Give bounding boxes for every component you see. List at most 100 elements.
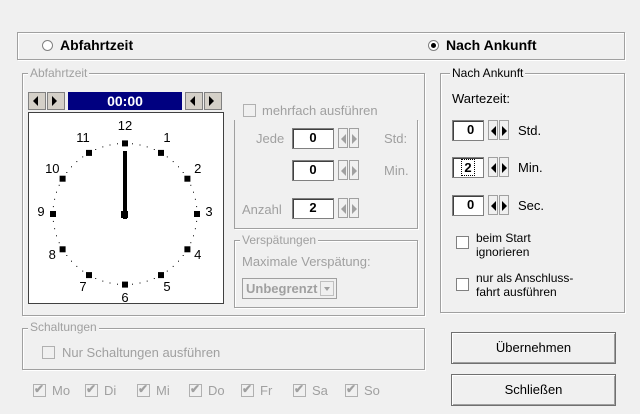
weekday-fr[interactable]: ✔ Fr [241, 382, 289, 399]
clock-minute-dot [58, 242, 60, 244]
weekday-label: So [364, 383, 380, 398]
clock-number: 2 [194, 161, 202, 176]
clock-hour-mark [86, 272, 92, 279]
weekday-so[interactable]: ✔ So [345, 382, 393, 399]
time-nav-bar: 00:00 [28, 92, 224, 110]
clock-minute-dot [52, 220, 54, 222]
weekday-mo[interactable]: ✔ Mo [33, 382, 81, 399]
wartezeit-std-spinner[interactable] [488, 120, 510, 140]
clock-minute-dot [139, 144, 141, 146]
weekday-checkbox[interactable]: ✔ [189, 382, 202, 397]
weekday-do[interactable]: ✔ Do [189, 382, 237, 399]
anschluss-label-2: fahrt ausführen [476, 285, 557, 299]
clock-minute-dot [71, 260, 72, 262]
clock-minute-dot [82, 270, 84, 272]
clock-hour-mark [86, 149, 92, 156]
clock-minute-dot [194, 198, 196, 200]
clock-minute-dot [182, 255, 184, 256]
weekday-checkbox[interactable]: ✔ [33, 382, 46, 397]
clock-minute-dot [132, 143, 133, 145]
clock-minute-dot [95, 149, 97, 150]
wartezeit-sec-spinner[interactable] [488, 195, 510, 215]
clock-number: 3 [205, 204, 213, 219]
clock-minute-dot [95, 278, 97, 279]
wartezeit-std-field[interactable]: 0 [452, 120, 484, 141]
clock-minute-dot [52, 206, 54, 208]
weekday-di[interactable]: ✔ Di [85, 382, 133, 399]
clock-minute-dot [102, 146, 104, 148]
anzahl-field[interactable]: 2 [292, 198, 334, 219]
clock-minute-dot [76, 161, 78, 163]
weekday-label: Sa [312, 383, 328, 398]
clock-minute-dot [190, 184, 192, 186]
radio-nach-ankunft-label[interactable]: Nach Ankunft [446, 37, 536, 53]
clock-minute-dot [76, 265, 78, 267]
wartezeit-min-field[interactable]: 2 [452, 157, 484, 178]
clock-minute-dot [132, 283, 133, 285]
schaltungen-legend: Schaltungen [28, 320, 99, 334]
time-display[interactable]: 00:00 [68, 92, 182, 110]
clock-number: 12 [117, 118, 133, 133]
clock-hour-mark [184, 175, 191, 182]
checkmark-icon: ✔ [242, 382, 253, 396]
clock-minute-dot [58, 184, 60, 186]
verspaetungen-legend: Verspätungen [240, 233, 319, 247]
time-prev-right-button[interactable] [185, 92, 203, 110]
min-unit: Min. [384, 163, 409, 178]
radio-abfahrtzeit[interactable] [42, 40, 53, 51]
min-spinner[interactable] [338, 160, 360, 180]
clock-number: 9 [37, 204, 45, 219]
wartezeit-min-spinner[interactable] [488, 157, 510, 177]
radio-nach-ankunft[interactable] [428, 40, 439, 51]
weekday-checkbox[interactable]: ✔ [241, 382, 254, 397]
anschluss-checkbox[interactable] [456, 278, 469, 291]
clock-minute-dot [178, 166, 179, 168]
clock-minute-dot [190, 242, 192, 244]
clock-minute-dot [153, 278, 155, 279]
clock-minute-dot [196, 206, 198, 208]
clock-number: 6 [121, 290, 129, 305]
clock-minute-dot [109, 282, 111, 284]
anzahl-spinner[interactable] [338, 198, 360, 218]
weekday-mi[interactable]: ✔ Mi [137, 382, 185, 399]
radio-abfahrtzeit-label[interactable]: Abfahrtzeit [60, 37, 133, 53]
clock-hour-mark [158, 149, 164, 156]
checkmark-icon: ✔ [138, 382, 149, 396]
weekday-sa[interactable]: ✔ Sa [293, 382, 341, 399]
wartezeit-min-value: 2 [461, 159, 475, 176]
schliessen-button[interactable]: Schließen [451, 374, 616, 406]
mehrfach-label: mehrfach ausführen [262, 103, 378, 118]
weekday-checkbox[interactable]: ✔ [137, 382, 150, 397]
clock-minute-dot [196, 220, 198, 222]
clock-hour-hand [123, 151, 127, 219]
weekday-checkbox[interactable]: ✔ [345, 382, 358, 397]
jede-field[interactable]: 0 [292, 128, 334, 149]
nur-schaltungen-checkbox[interactable] [42, 346, 55, 359]
wartezeit-sec-unit: Sec. [518, 198, 545, 213]
min-field[interactable]: 0 [292, 160, 334, 181]
clock-minute-dot [166, 156, 168, 158]
wartezeit-sec-field[interactable]: 0 [452, 195, 484, 216]
checkmark-icon: ✔ [346, 382, 357, 396]
clock-minute-dot [56, 235, 57, 237]
clock-minute-dot [146, 280, 148, 282]
clock-minute-dot [56, 191, 57, 193]
uebernehmen-button[interactable]: Übernehmen [451, 332, 616, 364]
max-verspaetung-select[interactable]: Unbegrenzt [242, 278, 337, 299]
time-next-left-button[interactable] [47, 92, 65, 110]
clock-minute-dot [82, 156, 84, 158]
weekday-checkbox[interactable]: ✔ [85, 382, 98, 397]
beim-start-checkbox[interactable] [456, 236, 469, 249]
time-next-right-button[interactable] [204, 92, 222, 110]
clock-minute-dot [194, 228, 196, 230]
jede-label: Jede [256, 131, 285, 146]
mehrfach-checkbox[interactable] [243, 104, 256, 117]
clock-face[interactable]: 12 1 2 3 4 5 6 7 8 9 10 11 [28, 112, 224, 305]
checkmark-icon: ✔ [294, 382, 305, 396]
weekday-label: Mo [52, 383, 71, 398]
jede-spinner[interactable] [338, 128, 360, 148]
time-prev-left-button[interactable] [28, 92, 46, 110]
clock-svg [50, 140, 200, 288]
checkmark-icon: ✔ [190, 382, 201, 396]
weekday-checkbox[interactable]: ✔ [293, 382, 306, 397]
